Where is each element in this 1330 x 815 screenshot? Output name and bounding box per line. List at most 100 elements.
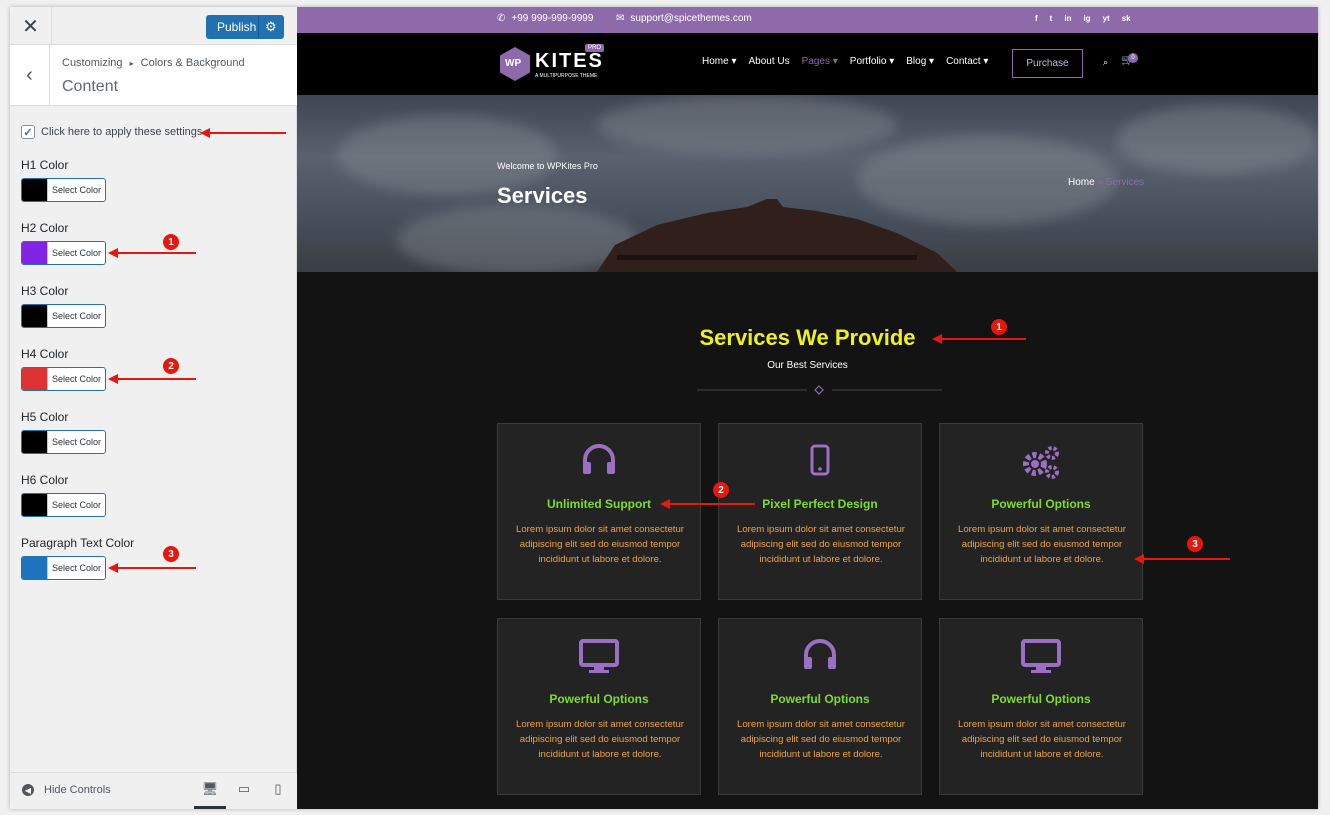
publish-label: Publish	[217, 20, 257, 34]
select-color-button[interactable]: Select Color	[21, 241, 106, 265]
logo-pro: PRO	[585, 44, 605, 52]
apply-settings-row[interactable]: ✓ Click here to apply these settings	[21, 125, 202, 139]
select-color-button[interactable]: Select Color	[21, 178, 106, 202]
hide-controls-label: Hide Controls	[44, 784, 111, 796]
color-control-label: H2 Color	[21, 221, 69, 235]
service-card-text: Lorem ipsum dolor sit amet consectetur a…	[958, 719, 1126, 760]
cogs-icon	[940, 444, 1142, 480]
logo-word: KITES	[535, 50, 604, 72]
desktop-preview-button[interactable]: 🖥	[194, 781, 226, 809]
services-heading: Services We Provide	[699, 325, 916, 350]
select-color-label: Select Color	[47, 557, 105, 579]
customizer-footer: ◀ Hide Controls 🖥 ▭ ▯	[10, 772, 297, 809]
menu-portfolio[interactable]: Portfolio ▾	[850, 56, 894, 67]
select-color-button[interactable]: Select Color	[21, 304, 106, 328]
youtube-icon[interactable]: yt	[1103, 14, 1110, 23]
color-control-label: H3 Color	[21, 284, 69, 298]
color-swatch	[22, 494, 47, 516]
annotation-arrow	[108, 563, 196, 573]
annotation-badge-3: 3	[163, 546, 179, 562]
hero-breadcrumb: Home » Services	[1068, 177, 1144, 188]
select-color-label: Select Color	[47, 368, 105, 390]
search-icon[interactable]: ⌕	[1103, 57, 1108, 68]
headphones-icon	[719, 639, 921, 675]
email-info[interactable]: ✉ support@spicethemes.com	[616, 13, 752, 24]
annotation-arrow	[660, 499, 755, 509]
annotation-arrow	[200, 128, 286, 138]
service-card: Unlimited Support Lorem ipsum dolor sit a…	[497, 423, 701, 600]
service-card: Pixel Perfect Design Lorem ipsum dolor si…	[718, 423, 922, 600]
select-color-label: Select Color	[47, 242, 105, 264]
breadcrumb-root: Customizing	[62, 57, 123, 69]
tablet-preview-button[interactable]: ▭	[228, 781, 260, 809]
annotation-arrow	[932, 334, 1026, 344]
mobile-preview-button[interactable]: ▯	[262, 781, 294, 809]
color-control-label: H1 Color	[21, 158, 69, 172]
service-card-title: Powerful Options	[991, 497, 1091, 511]
service-card-title: Powerful Options	[770, 692, 870, 706]
arrow-left-icon: ◀	[22, 784, 34, 796]
skype-icon[interactable]: sk	[1122, 14, 1131, 23]
services-subheading: Our Best Services	[767, 360, 848, 371]
color-swatch	[22, 368, 47, 390]
crumb-home[interactable]: Home	[1068, 177, 1095, 188]
publish-button[interactable]: Publish ⚙	[206, 15, 284, 39]
monitor-icon	[940, 639, 1142, 675]
cart-count-badge: 0	[1128, 53, 1138, 63]
select-color-label: Select Color	[47, 179, 105, 201]
hide-controls-button[interactable]: ◀ Hide Controls	[22, 784, 111, 796]
select-color-button[interactable]: Select Color	[21, 556, 106, 580]
color-swatch	[22, 431, 47, 453]
menu-about[interactable]: About Us	[748, 56, 789, 67]
service-card-title: Powerful Options	[991, 692, 1091, 706]
service-card-text: Lorem ipsum dolor sit amet consectetur a…	[516, 524, 684, 565]
color-swatch	[22, 305, 47, 327]
tablet-icon: ▭	[237, 781, 251, 796]
linkedin-icon[interactable]: in	[1064, 14, 1071, 23]
instagram-icon[interactable]: ig	[1083, 14, 1090, 23]
purchase-button[interactable]: Purchase	[1012, 49, 1083, 78]
annotation-arrow	[108, 374, 196, 384]
annotation-badge-1: 1	[163, 234, 179, 250]
facebook-icon[interactable]: f	[1035, 14, 1038, 23]
service-card: Powerful Options Lorem ipsum dolor sit am…	[718, 618, 922, 795]
color-swatch	[22, 557, 47, 579]
customizer-header: ✕ Publish ⚙	[10, 7, 297, 45]
headphones-icon	[498, 444, 700, 480]
breadcrumb: Customizing ▸ Colors & Background	[62, 57, 245, 69]
section-title: Content	[62, 78, 119, 95]
section-header: ‹ Customizing ▸ Colors & Background Cont…	[10, 45, 297, 106]
annotation-badge-1: 1	[991, 319, 1007, 335]
service-card-text: Lorem ipsum dolor sit amet consectetur a…	[737, 719, 905, 760]
close-icon: ✕	[22, 15, 39, 38]
select-color-label: Select Color	[47, 305, 105, 327]
select-color-button[interactable]: Select Color	[21, 430, 106, 454]
close-button[interactable]: ✕	[10, 7, 52, 45]
crumb-separator: »	[1097, 177, 1104, 188]
service-card-text: Lorem ipsum dolor sit amet consectetur a…	[516, 719, 684, 760]
menu-pages[interactable]: Pages ▾	[802, 56, 838, 67]
gear-icon[interactable]: ⚙	[257, 16, 283, 38]
top-info-bar: ✆ +99 999-999-9999 ✉ support@spicethemes…	[297, 7, 1318, 33]
service-card-text: Lorem ipsum dolor sit amet consectetur a…	[958, 524, 1126, 565]
customizer-window: ✕ Publish ⚙ ‹ Customizing ▸ Colors & Bac…	[10, 7, 1318, 809]
select-color-button[interactable]: Select Color	[21, 493, 106, 517]
select-color-button[interactable]: Select Color	[21, 367, 106, 391]
apply-settings-checkbox[interactable]: ✓	[21, 125, 35, 139]
menu-contact[interactable]: Contact ▾	[946, 56, 988, 67]
phone-icon: ✆	[497, 13, 506, 24]
color-control-label: H6 Color	[21, 473, 69, 487]
email-address: support@spicethemes.com	[630, 13, 752, 24]
logo-mark: WP	[505, 58, 522, 69]
back-button[interactable]: ‹	[10, 45, 50, 105]
annotation-badge-3: 3	[1187, 536, 1203, 552]
twitter-icon[interactable]: t	[1050, 14, 1053, 23]
color-swatch	[22, 242, 47, 264]
annotation-badge-2: 2	[163, 358, 179, 374]
site-logo[interactable]: WP KITES PRO A MULTIPURPOSE THEME	[497, 44, 607, 84]
menu-home[interactable]: Home ▾	[702, 56, 736, 67]
menu-blog[interactable]: Blog ▾	[906, 56, 934, 67]
main-menu: Home ▾ About Us Pages ▾ Portfolio ▾ Blog…	[702, 56, 988, 67]
breadcrumb-parent: Colors & Background	[140, 57, 245, 69]
service-card: Powerful Options Lorem ipsum dolor sit am…	[497, 618, 701, 795]
